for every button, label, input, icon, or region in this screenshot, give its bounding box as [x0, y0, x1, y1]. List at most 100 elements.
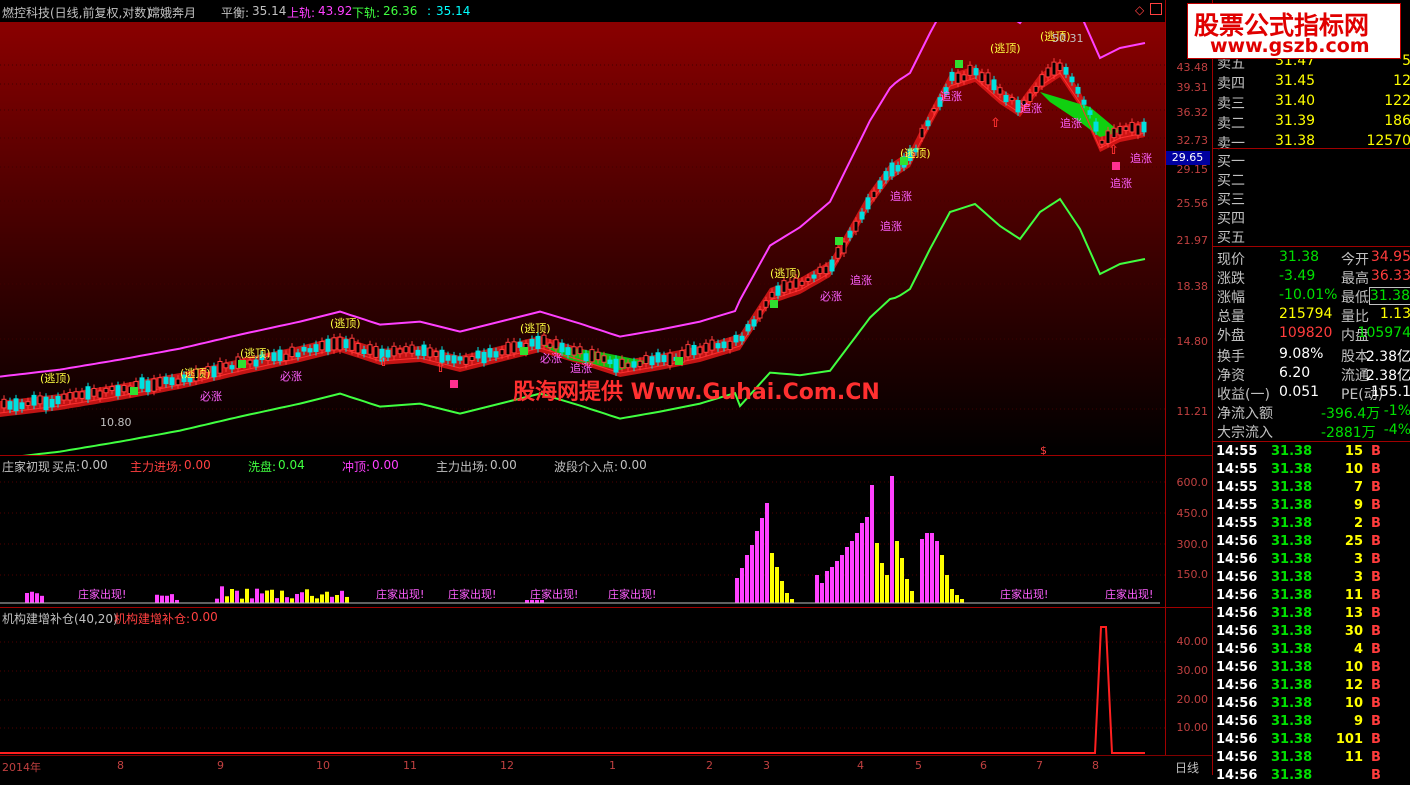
bid-row[interactable]: 买二: [1213, 169, 1410, 189]
indicator1-bar: [255, 588, 259, 603]
candle-body: [493, 351, 499, 358]
diamond-icon[interactable]: ◇: [1135, 3, 1144, 17]
ask-row[interactable]: 卖二 31.39 186: [1213, 112, 1410, 132]
tick-row: 14:56 31.38 101 B: [1213, 731, 1410, 749]
ask-row[interactable]: 卖三 31.40 122: [1213, 92, 1410, 112]
indicator1-bar: [865, 517, 869, 603]
indicator2-grid: [0, 641, 1165, 729]
ask-row[interactable]: 卖四 31.45 12: [1213, 72, 1410, 92]
candle-body: [337, 336, 343, 351]
candle-body: [307, 348, 313, 353]
quote-label: 流通: [1341, 368, 1369, 384]
tick-time: 14:56: [1216, 750, 1258, 765]
quote-value: 2.38亿: [1365, 349, 1410, 365]
candle-body: [955, 72, 961, 84]
tick-volume: 30: [1344, 624, 1363, 639]
tick-side: B: [1371, 534, 1381, 549]
candle-body: [1105, 130, 1111, 144]
quote-value: -2881万: [1321, 425, 1376, 441]
indicator1-bar: [35, 593, 39, 603]
quote-label: 净资: [1217, 368, 1245, 384]
indicator2-chart[interactable]: [0, 607, 1165, 755]
candle-body: [499, 349, 505, 356]
indicator1-bar: [950, 589, 954, 603]
indicator1-bar: [945, 575, 949, 603]
candle-body: [931, 108, 937, 113]
candle-body: [163, 376, 169, 385]
candle-body: [151, 378, 157, 392]
tick-volume: 10: [1344, 462, 1363, 477]
quote-value: 109820: [1279, 325, 1333, 341]
indicator1-bar: [940, 555, 944, 603]
tick-row: 14:56 31.38 10 B: [1213, 659, 1410, 677]
tick-time: 14:56: [1216, 714, 1258, 729]
candle-body: [997, 87, 1003, 95]
bid-row[interactable]: 买五: [1213, 226, 1410, 246]
ask-volume: 5: [1402, 53, 1410, 69]
ask-label: 卖二: [1217, 116, 1245, 132]
xaxis-label: 1: [609, 759, 616, 772]
bid-row[interactable]: 买四: [1213, 207, 1410, 227]
candle-body: [649, 356, 655, 366]
candle-body: [481, 351, 487, 364]
candle-body: [391, 345, 397, 357]
candle-body: [739, 335, 745, 342]
candle-body: [1069, 76, 1075, 83]
candle-body: [571, 346, 577, 356]
yaxis-label: 25.56: [1176, 197, 1209, 210]
candle-body: [697, 346, 703, 355]
tick-time: 14:56: [1216, 606, 1258, 621]
tick-volume: 3: [1353, 552, 1363, 567]
period-label[interactable]: 日线: [1175, 759, 1199, 776]
quote-value: -396.4万: [1321, 406, 1381, 422]
indicator1-bar: [790, 599, 794, 603]
candle-body: [919, 127, 925, 139]
candle-body: [73, 391, 79, 399]
candle-body: [1, 398, 7, 409]
xaxis-label: 2: [706, 759, 713, 772]
quote-value: 34.95: [1370, 249, 1410, 265]
indicator1-bar: [25, 592, 29, 603]
indicator1-chart[interactable]: 庄家出现! 庄家出现! 庄家出现! 庄家出现! 庄家出现! 庄家出现! 庄家出现!: [0, 455, 1165, 607]
candle-body: [331, 337, 337, 351]
tick-side: B: [1371, 570, 1381, 585]
tick-side: B: [1371, 750, 1381, 765]
tick-side: B: [1371, 714, 1381, 729]
indicator1-bar: [225, 596, 229, 603]
bid-row[interactable]: 买一: [1213, 150, 1410, 170]
candle-body: [757, 309, 763, 319]
tick-row: 14:56 31.38 13 B: [1213, 605, 1410, 623]
tick-volume: 4: [1353, 642, 1363, 657]
candle-body: [397, 348, 403, 355]
candle-body: [973, 68, 979, 76]
tick-side: B: [1371, 552, 1381, 567]
candle-body: [277, 349, 283, 362]
candle-body: [727, 340, 733, 351]
indicator1-bar: [290, 598, 294, 603]
quote-label: 外盘: [1217, 328, 1245, 344]
yaxis-label: 21.97: [1176, 234, 1209, 247]
candle-body: [583, 353, 589, 362]
up-arrow-icon: ⇧: [378, 355, 389, 370]
candle-body: [103, 387, 109, 394]
bid-row[interactable]: 买三: [1213, 188, 1410, 208]
tick-price: 31.38: [1271, 534, 1313, 549]
indicator1-bar: [960, 599, 964, 603]
indicator1-bar: [310, 595, 314, 603]
indicator1-bar: [335, 595, 339, 603]
candle-body: [1027, 92, 1033, 103]
yaxis-label: 39.31: [1176, 81, 1209, 94]
xaxis-label: 8: [117, 759, 124, 772]
window-toggle-icon[interactable]: [1150, 3, 1162, 15]
candle-body: [427, 347, 433, 358]
tick-price: 31.38: [1271, 660, 1313, 675]
candle-body: [421, 344, 427, 356]
indicator1-bar: [910, 591, 914, 603]
indicator1-annotations: 庄家出现! 庄家出现! 庄家出现! 庄家出现! 庄家出现! 庄家出现! 庄家出现!: [78, 587, 1153, 601]
quote-label: 收益(一): [1217, 387, 1270, 403]
xaxis-label: 10: [316, 759, 330, 772]
candle-body: [715, 343, 721, 349]
yaxis-label: 11.21: [1176, 405, 1209, 418]
candle-body: [529, 339, 535, 347]
signal-tag: (逃顶): [990, 42, 1021, 55]
